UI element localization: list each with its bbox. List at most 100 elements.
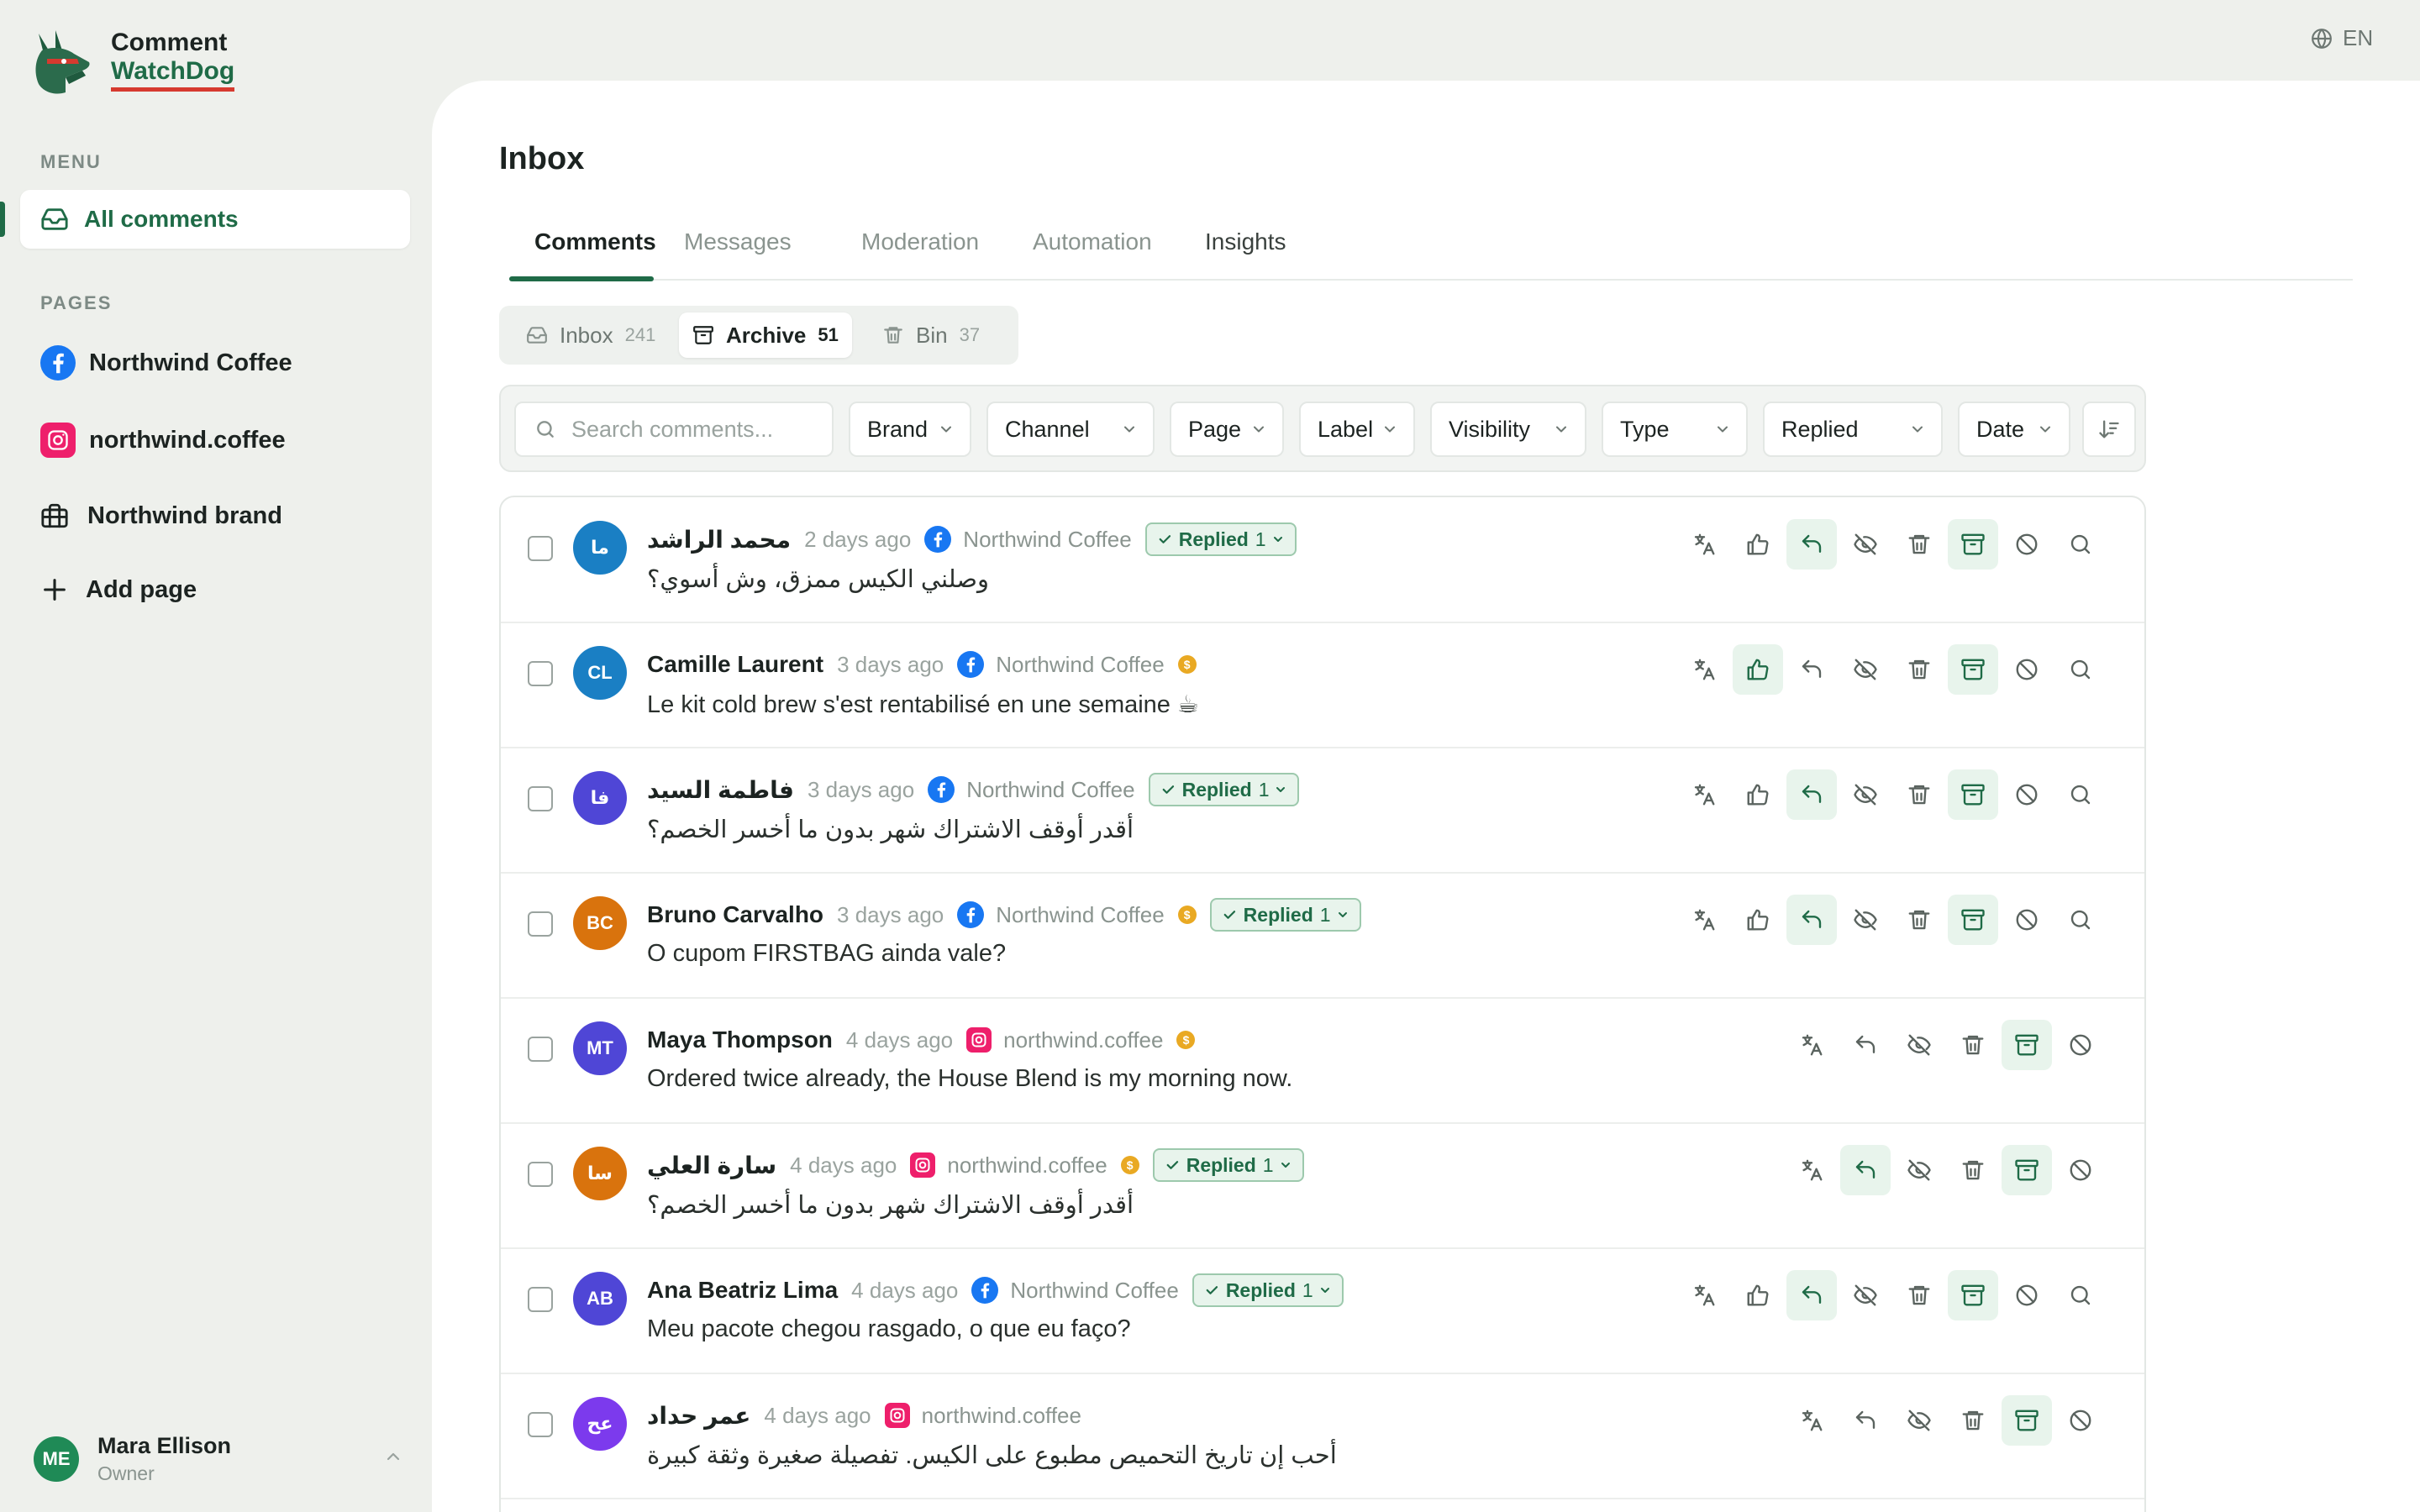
row-checkbox[interactable] [528, 786, 553, 811]
search-button[interactable] [2055, 769, 2106, 820]
trash-button[interactable] [1894, 519, 1944, 570]
filter-label[interactable]: Label [1299, 402, 1415, 457]
archive-button[interactable] [2002, 1020, 2052, 1070]
row-checkbox[interactable] [528, 1037, 553, 1062]
replied-badge[interactable]: Replied 1 [1144, 522, 1297, 556]
sidebar-page-instagram[interactable]: northwind.coffee [40, 420, 286, 460]
block-button[interactable] [2055, 1395, 2106, 1446]
add-page-button[interactable]: Add page [40, 570, 197, 610]
block-button[interactable] [2002, 1270, 2052, 1320]
reply-button[interactable] [1786, 1270, 1837, 1320]
archive-button[interactable] [1948, 644, 1998, 695]
block-button[interactable] [2055, 1145, 2106, 1195]
comment-row[interactable]: BC Bruno Carvalho 3 days ago Northwind Coff… [501, 873, 2144, 999]
sort-button[interactable] [2082, 402, 2136, 457]
filter-visibility[interactable]: Visibility [1430, 402, 1586, 457]
reply-button[interactable] [1786, 519, 1837, 570]
trash-button[interactable] [1948, 1020, 1998, 1070]
replied-badge[interactable]: Replied 1 [1209, 898, 1361, 932]
replied-badge[interactable]: Replied 1 [1192, 1273, 1344, 1307]
comment-author[interactable]: Maya Thompson [647, 1026, 833, 1053]
hide-button[interactable] [1840, 519, 1891, 570]
block-button[interactable] [2002, 644, 2052, 695]
row-checkbox[interactable] [528, 661, 553, 686]
archive-button[interactable] [1948, 1270, 1998, 1320]
search-input[interactable]: Search comments... [514, 402, 834, 457]
archive-button[interactable] [2002, 1145, 2052, 1195]
segment-inbox[interactable]: Inbox 241 [513, 312, 669, 358]
archive-button[interactable] [1948, 519, 1998, 570]
tab-comments[interactable]: Comments [534, 228, 656, 255]
comment-page[interactable]: Northwind Coffee [957, 651, 1165, 678]
archive-button[interactable] [2002, 1395, 2052, 1446]
sidebar-page-northwind-brand[interactable]: Northwind brand [40, 496, 282, 536]
comment-author[interactable]: عمر حداد [647, 1402, 750, 1430]
translate-button[interactable] [1679, 895, 1729, 945]
trash-button[interactable] [1894, 644, 1944, 695]
comment-author[interactable]: Camille Laurent [647, 651, 823, 678]
comment-page[interactable]: northwind.coffee [966, 1027, 1163, 1053]
comment-row[interactable]: سا سارة العلي 4 days ago northwind.coffee $ R… [501, 1123, 2144, 1249]
translate-button[interactable] [1786, 1020, 1837, 1070]
filter-channel[interactable]: Channel [986, 402, 1155, 457]
reply-button[interactable] [1840, 1395, 1891, 1446]
trash-button[interactable] [1894, 895, 1944, 945]
filter-brand[interactable]: Brand [849, 402, 971, 457]
segment-archive[interactable]: Archive 51 [679, 312, 852, 358]
comment-author[interactable]: فاطمة السيد [647, 776, 794, 804]
row-checkbox[interactable] [528, 1412, 553, 1437]
like-button[interactable] [1733, 519, 1783, 570]
hide-button[interactable] [1840, 644, 1891, 695]
block-button[interactable] [2055, 1020, 2106, 1070]
comment-page[interactable]: northwind.coffee [884, 1403, 1081, 1429]
replied-badge[interactable]: Replied 1 [1148, 773, 1300, 806]
replied-badge[interactable]: Replied 1 [1152, 1148, 1304, 1182]
tab-insights[interactable]: Insights [1205, 228, 1286, 255]
trash-button[interactable] [1948, 1145, 1998, 1195]
translate-button[interactable] [1786, 1145, 1837, 1195]
block-button[interactable] [2002, 519, 2052, 570]
language-switcher[interactable]: EN [2311, 25, 2373, 51]
tab-messages[interactable]: Messages [684, 228, 792, 255]
reply-button[interactable] [1786, 769, 1837, 820]
translate-button[interactable] [1679, 519, 1729, 570]
comment-row[interactable]: عح عمر حداد 4 days ago northwind.coffee أحب … [501, 1373, 2144, 1499]
hide-button[interactable] [1840, 1270, 1891, 1320]
translate-button[interactable] [1786, 1395, 1837, 1446]
comment-page[interactable]: Northwind Coffee [928, 776, 1135, 803]
reply-button[interactable] [1840, 1020, 1891, 1070]
comment-row[interactable]: فا فاطمة السيد 3 days ago Northwind Coffee R… [501, 748, 2144, 874]
comment-author[interactable]: Bruno Carvalho [647, 901, 823, 928]
trash-button[interactable] [1894, 1270, 1944, 1320]
row-checkbox[interactable] [528, 1162, 553, 1187]
comment-author[interactable]: محمد الراشد [647, 526, 791, 554]
hide-button[interactable] [1894, 1145, 1944, 1195]
row-checkbox[interactable] [528, 536, 553, 561]
sidebar-page-northwind-coffee[interactable]: Northwind Coffee [40, 343, 292, 383]
archive-button[interactable] [1948, 895, 1998, 945]
sidebar-item-all-comments[interactable]: All comments [0, 190, 410, 249]
comment-row[interactable]: MT Maya Thompson 4 days ago northwind.coffe… [501, 998, 2144, 1124]
tab-moderation[interactable]: Moderation [861, 228, 979, 255]
comment-page[interactable]: Northwind Coffee [971, 1277, 1179, 1304]
hide-button[interactable] [1840, 769, 1891, 820]
comment-author[interactable]: Ana Beatriz Lima [647, 1277, 838, 1304]
translate-button[interactable] [1679, 1270, 1729, 1320]
translate-button[interactable] [1679, 644, 1729, 695]
filter-replied[interactable]: Replied [1763, 402, 1943, 457]
comment-page[interactable]: northwind.coffee [910, 1152, 1107, 1179]
row-checkbox[interactable] [528, 1287, 553, 1312]
segment-bin[interactable]: Bin 37 [869, 312, 993, 358]
app-logo[interactable]: Comment WatchDog [27, 25, 235, 96]
search-button[interactable] [2055, 644, 2106, 695]
like-button[interactable] [1733, 895, 1783, 945]
trash-button[interactable] [1894, 769, 1944, 820]
row-checkbox[interactable] [528, 911, 553, 937]
block-button[interactable] [2002, 895, 2052, 945]
comment-page[interactable]: Northwind Coffee [924, 526, 1132, 553]
search-button[interactable] [2055, 1270, 2106, 1320]
filter-type[interactable]: Type [1602, 402, 1748, 457]
filter-date[interactable]: Date [1958, 402, 2070, 457]
tab-automation[interactable]: Automation [1033, 228, 1152, 255]
like-button[interactable] [1733, 644, 1783, 695]
